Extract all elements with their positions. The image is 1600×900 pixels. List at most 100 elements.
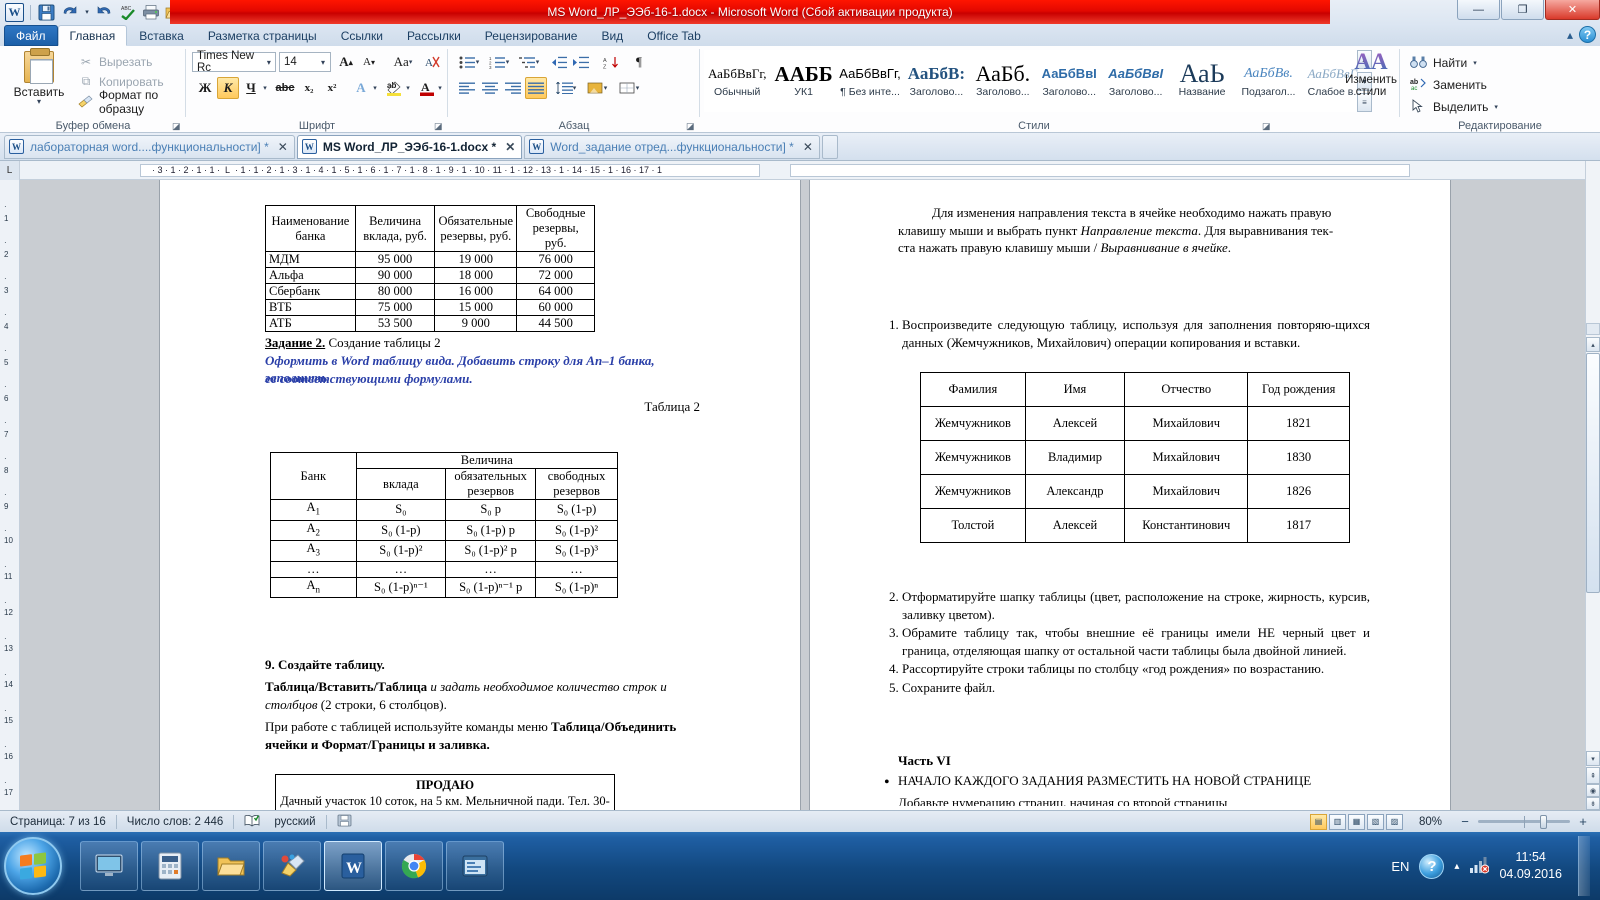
- font-size-input[interactable]: 14 ▾: [279, 52, 331, 72]
- styles-dialog-launcher[interactable]: ◪: [1262, 121, 1272, 131]
- style-item-title[interactable]: АаЬ Название: [1168, 50, 1236, 112]
- increase-indent-button[interactable]: [570, 51, 592, 73]
- taskbar-item-other[interactable]: [446, 841, 504, 891]
- paste-button[interactable]: Вставить ▾: [8, 48, 70, 112]
- subscript-button[interactable]: x₂: [298, 77, 320, 99]
- deposits-table[interactable]: Наименование банка Величина вклада, руб.…: [265, 205, 595, 332]
- ribbon-tab-page-layout[interactable]: Разметка страницы: [196, 25, 329, 46]
- style-item-heading-3[interactable]: АаБбВвI Заголово...: [1036, 50, 1103, 112]
- language-indicator[interactable]: EN: [1391, 859, 1409, 874]
- borders-button[interactable]: ▾: [616, 77, 642, 99]
- align-left-button[interactable]: [456, 77, 478, 99]
- redo-icon[interactable]: [94, 2, 115, 23]
- show-hidden-icons-arrow[interactable]: ▴: [1454, 861, 1459, 872]
- style-item-heading-2[interactable]: АаБб. Заголово...: [969, 50, 1037, 112]
- change-case-button[interactable]: Aa ▾: [388, 51, 418, 73]
- maximize-button[interactable]: ❐: [1501, 0, 1544, 20]
- font-dialog-launcher[interactable]: ◪: [434, 121, 444, 131]
- vertical-ruler[interactable]: · 1 · 2 · 3 · 4 · 5 · 6 · 7 · 8 · 9 · 10 · 11 · 12 ·…: [0, 180, 20, 823]
- close-icon[interactable]: ✕: [803, 140, 813, 154]
- document-page-right[interactable]: Для изменения направления текста в ячейк…: [810, 180, 1450, 810]
- tab-stop-selector[interactable]: L: [0, 160, 20, 180]
- zoom-slider[interactable]: [1478, 814, 1570, 829]
- zoom-in-button[interactable]: +: [1576, 814, 1590, 829]
- italic-button[interactable]: К: [217, 77, 239, 99]
- zoom-level-label[interactable]: 80%: [1409, 816, 1452, 828]
- shading-button[interactable]: ▾: [584, 77, 610, 99]
- next-page-button[interactable]: ⇟: [1586, 797, 1600, 810]
- paragraph-dialog-launcher[interactable]: ◪: [686, 121, 696, 131]
- multilevel-list-button[interactable]: ▾: [516, 51, 542, 73]
- view-outline-button[interactable]: ▧: [1366, 813, 1384, 830]
- status-word-count[interactable]: Число слов: 2 446: [117, 816, 234, 828]
- status-language[interactable]: русский: [270, 816, 325, 828]
- font-color-dropdown-icon[interactable]: ▾: [434, 77, 446, 99]
- numbering-button[interactable]: 123 ▾: [486, 51, 512, 73]
- word-logo-icon[interactable]: W: [4, 2, 25, 23]
- ribbon-tab-review[interactable]: Рецензирование: [473, 25, 590, 46]
- style-item-normal[interactable]: АаБбВвГг, Обычный: [704, 50, 771, 112]
- strikethrough-button[interactable]: abc: [274, 77, 296, 99]
- bullets-button[interactable]: ▾: [456, 51, 482, 73]
- bold-button[interactable]: Ж: [194, 77, 216, 99]
- clock[interactable]: 11:54 04.09.2016: [1499, 849, 1562, 883]
- close-button[interactable]: ✕: [1545, 0, 1600, 20]
- line-spacing-button[interactable]: ▾: [552, 77, 580, 99]
- format-painter-button[interactable]: Формат по образцу: [78, 88, 186, 116]
- previous-page-button[interactable]: ⇞: [1586, 767, 1600, 784]
- style-item-heading-4[interactable]: АаБбВвI Заголово...: [1102, 50, 1169, 112]
- start-button[interactable]: [4, 837, 62, 895]
- replace-button[interactable]: ab ac Заменить: [1410, 75, 1487, 95]
- chevron-down-icon[interactable]: ▾: [263, 58, 275, 67]
- save-status-icon[interactable]: [327, 814, 362, 830]
- style-item-uk1[interactable]: ААББ УК1: [770, 50, 837, 112]
- help-icon[interactable]: ?: [1579, 26, 1596, 43]
- ribbon-tab-references[interactable]: Ссылки: [329, 25, 395, 46]
- taskbar-item-calculator[interactable]: [141, 841, 199, 891]
- chevron-down-icon[interactable]: ▾: [316, 58, 330, 67]
- show-desktop-button[interactable]: [1578, 836, 1590, 896]
- ribbon-tab-office-tab[interactable]: Office Tab: [635, 25, 713, 46]
- proofing-status-icon[interactable]: [234, 814, 270, 830]
- scrollbar-thumb[interactable]: [1586, 353, 1600, 593]
- grow-font-button[interactable]: A ▴: [335, 51, 357, 73]
- view-full-screen-button[interactable]: ▥: [1328, 813, 1346, 830]
- save-icon[interactable]: [36, 2, 57, 23]
- network-icon[interactable]: [1469, 856, 1490, 877]
- decrease-indent-button[interactable]: [548, 51, 570, 73]
- select-dropdown-caret[interactable]: ▾: [1494, 103, 1498, 111]
- status-page[interactable]: Страница: 7 из 16: [0, 816, 116, 828]
- change-styles-button[interactable]: AA Изменить стили: [1340, 50, 1402, 99]
- ribbon-tab-file[interactable]: Файл: [4, 25, 58, 46]
- clear-formatting-button[interactable]: A: [421, 51, 443, 73]
- close-icon[interactable]: ✕: [505, 140, 515, 154]
- split-window-handle[interactable]: [1586, 323, 1600, 335]
- spellcheck-icon[interactable]: ABC: [117, 2, 138, 23]
- print-icon[interactable]: [140, 2, 161, 23]
- superscript-button[interactable]: x²: [321, 77, 343, 99]
- ribbon-tab-mailings[interactable]: Рассылки: [395, 25, 473, 46]
- horizontal-ruler[interactable]: L · 3 · 1 · 2 · 1 · 1 · L · 1 · 1 · 2 · …: [0, 160, 1600, 180]
- document-page-left[interactable]: Наименование банка Величина вклада, руб.…: [160, 180, 800, 810]
- sort-button[interactable]: AZ: [598, 51, 624, 73]
- document-tab-1[interactable]: W лабораторная word....функциональности]…: [4, 134, 295, 159]
- find-dropdown-caret[interactable]: ▾: [1473, 59, 1477, 67]
- style-item-no-spacing[interactable]: АаБбВвГг, ¶ Без инте...: [836, 50, 904, 112]
- justify-button[interactable]: [525, 77, 547, 99]
- taskbar-item-paint[interactable]: [263, 841, 321, 891]
- bank-formula-table[interactable]: Банк Величина вклада обязательных резерв…: [270, 452, 619, 598]
- view-print-layout-button[interactable]: ▤: [1309, 813, 1327, 830]
- taskbar-item-display[interactable]: [80, 841, 138, 891]
- view-web-layout-button[interactable]: ▦: [1347, 813, 1365, 830]
- shrink-font-button[interactable]: A ▾: [358, 51, 380, 73]
- paste-dropdown-caret[interactable]: ▾: [37, 98, 41, 106]
- minimize-ribbon-icon[interactable]: ▴: [1567, 28, 1573, 42]
- align-center-button[interactable]: [479, 77, 501, 99]
- advertisement-box[interactable]: ПРОДАЮ Дачный участок 10 соток, на 5 км.…: [275, 774, 615, 810]
- clipboard-dialog-launcher[interactable]: ◪: [172, 121, 182, 131]
- select-button[interactable]: Выделить ▾: [1410, 97, 1498, 117]
- zoom-out-button[interactable]: −: [1458, 814, 1472, 829]
- select-browse-object-button[interactable]: ◉: [1586, 784, 1600, 797]
- underline-dropdown-icon[interactable]: ▾: [259, 77, 271, 99]
- style-item-heading-1[interactable]: АаБбВ: Заголово...: [903, 50, 970, 112]
